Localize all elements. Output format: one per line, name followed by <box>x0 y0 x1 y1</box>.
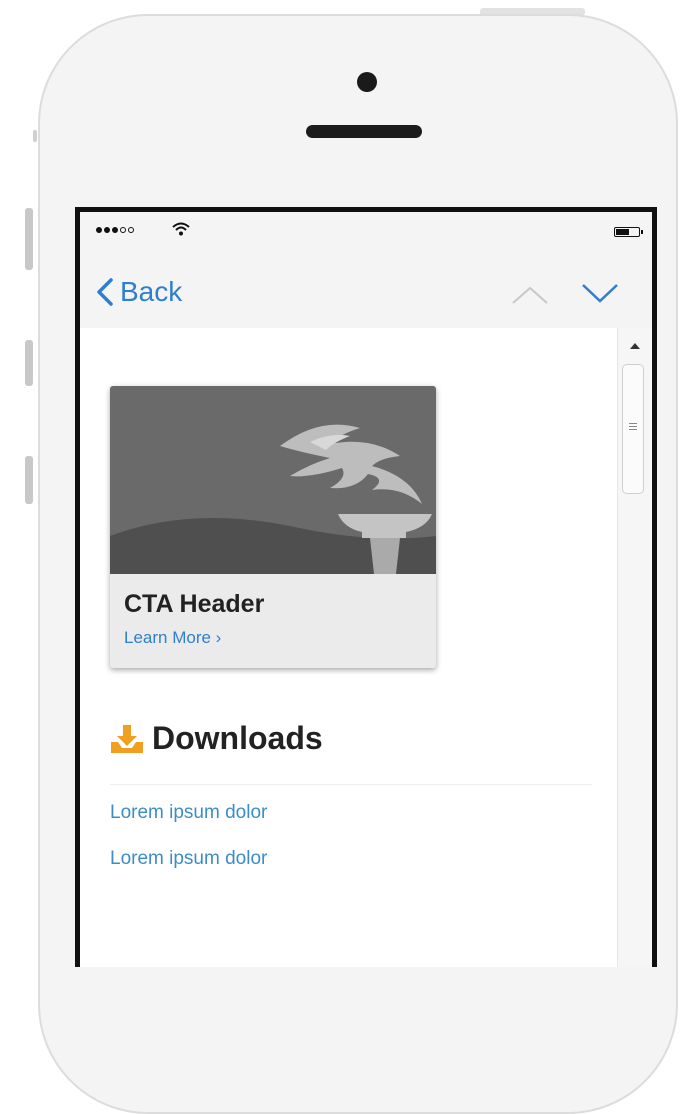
front-camera <box>357 72 377 92</box>
learn-more-link[interactable]: Learn More › <box>124 628 221 648</box>
chevron-left-icon <box>97 278 113 306</box>
navigation-bar: Back <box>80 248 652 328</box>
torch-icon <box>110 386 436 574</box>
volume-down-button <box>25 340 33 386</box>
download-link[interactable]: Lorem ipsum dolor <box>110 848 267 870</box>
volume-up-button <box>25 208 33 270</box>
scrollbar-thumb[interactable] <box>622 364 644 494</box>
downloads-header: Downloads <box>110 720 323 757</box>
download-link[interactable]: Lorem ipsum dolor <box>110 802 267 824</box>
downloads-title: Downloads <box>152 720 323 756</box>
chevron-up-icon[interactable] <box>510 284 550 306</box>
battery-icon <box>614 227 643 237</box>
wifi-icon <box>172 222 190 236</box>
scroll-up-arrow-icon[interactable] <box>630 342 640 350</box>
side-button <box>25 456 33 504</box>
cta-title: CTA Header <box>124 590 265 618</box>
mute-switch <box>33 130 37 142</box>
back-button[interactable]: Back <box>96 276 182 308</box>
phone-screen: Back CTA Header Learn More › Downloads L… <box>75 207 657 967</box>
signal-strength-icon <box>96 227 134 233</box>
grip-icon <box>629 423 637 432</box>
vertical-scrollbar[interactable] <box>617 328 652 967</box>
earpiece-speaker <box>306 125 422 138</box>
back-label: Back <box>120 276 183 307</box>
section-divider <box>110 784 592 785</box>
chevron-down-icon[interactable] <box>580 282 620 304</box>
cta-card[interactable]: CTA Header Learn More › <box>110 386 436 668</box>
message-content: CTA Header Learn More › Downloads Lorem … <box>80 328 618 967</box>
status-bar <box>80 212 652 248</box>
download-icon <box>111 724 143 753</box>
